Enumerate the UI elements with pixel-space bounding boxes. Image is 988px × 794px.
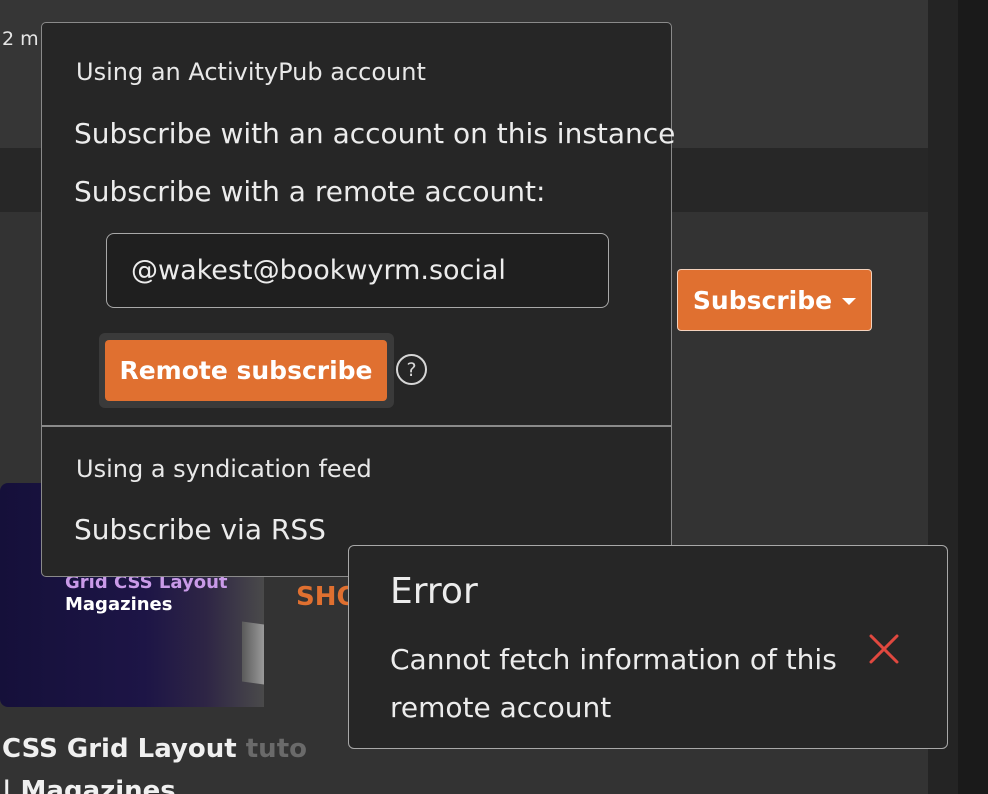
subscribe-remote-label: Subscribe with a remote account:: [74, 175, 546, 208]
article-subtitle: | Magazines: [2, 776, 176, 794]
previous-entry-meta: 2 m: [2, 28, 39, 50]
right-scroll-track: [958, 0, 988, 794]
syndication-heading: Using a syndication feed: [76, 455, 372, 483]
subscribe-button-label: Subscribe: [692, 285, 833, 315]
error-toast: Error Cannot fetch information of this r…: [348, 545, 948, 749]
activitypub-heading: Using an ActivityPub account: [76, 58, 426, 86]
remote-account-input[interactable]: [106, 233, 609, 308]
subscribe-dropdown-menu: Using an ActivityPub account Subscribe w…: [41, 22, 675, 577]
toast-title: Error: [390, 571, 478, 612]
article-title-faded: tuto: [245, 734, 307, 764]
remote-subscribe-button[interactable]: Remote subscribe: [105, 340, 387, 401]
remote-subscribe-focus-ring: Remote subscribe: [99, 333, 394, 408]
close-icon[interactable]: [867, 632, 901, 666]
article-title-text: CSS Grid Layout: [2, 734, 246, 764]
thumbnail-graphic: [242, 621, 264, 685]
subscribe-dropdown-button[interactable]: Subscribe: [677, 269, 872, 331]
caret-down-icon: [842, 297, 857, 305]
subscribe-rss-item[interactable]: Subscribe via RSS: [74, 513, 326, 546]
thumbnail-line-2: Magazines: [65, 594, 173, 615]
toast-message: Cannot fetch information of this remote …: [390, 643, 837, 724]
subscribe-local-account-item[interactable]: Subscribe with an account on this instan…: [74, 117, 675, 150]
question-circle-icon[interactable]: ?: [396, 354, 427, 385]
article-title[interactable]: CSS Grid Layout tuto: [2, 734, 307, 764]
dropdown-divider: [42, 425, 671, 427]
